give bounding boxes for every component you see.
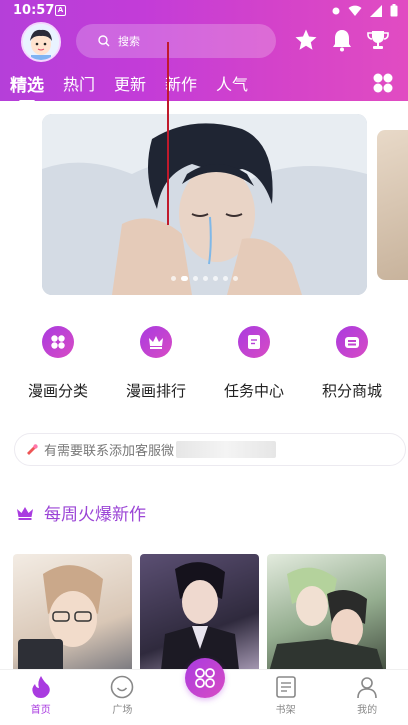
- notice-bar[interactable]: 有需要联系添加客服微: [14, 433, 406, 466]
- nav-home[interactable]: 首页: [0, 670, 82, 725]
- tab-featured[interactable]: 精选: [10, 71, 44, 103]
- tab-new[interactable]: 新作: [165, 71, 197, 96]
- user-icon: [355, 675, 379, 699]
- menu-label: 积分商城: [321, 382, 382, 400]
- header: 10:57 A 搜索 精选 热门 更新 新作 人气: [0, 0, 408, 103]
- shop-icon: [336, 326, 368, 358]
- star-icon[interactable]: [294, 28, 318, 52]
- menu-item-ranking[interactable]: 漫画排行: [107, 326, 205, 401]
- annotation-line: [167, 42, 169, 225]
- status-bar: 10:57 A: [0, 0, 408, 24]
- status-icons: [332, 4, 398, 17]
- carousel-dot[interactable]: [213, 276, 218, 281]
- banner-image: [42, 114, 367, 295]
- nav-label: 书架: [275, 705, 296, 716]
- avatar-image: [23, 24, 59, 60]
- bookshelf-icon: [275, 675, 297, 699]
- menu-label: 任务中心: [223, 382, 284, 400]
- nav-bookshelf[interactable]: 书架: [245, 670, 327, 725]
- comic-cover-image: [267, 567, 386, 679]
- task-icon: [238, 326, 270, 358]
- trophy-icon[interactable]: [366, 28, 390, 52]
- tab-popular[interactable]: 人气: [216, 71, 248, 96]
- tab-updated[interactable]: 更新: [114, 71, 146, 96]
- comic-cover[interactable]: [13, 554, 132, 679]
- carousel-dot[interactable]: [233, 276, 238, 281]
- grid-menu-icon[interactable]: [372, 72, 394, 94]
- menu-label: 漫画分类: [27, 382, 88, 400]
- grid-icon: [42, 326, 74, 358]
- crown-icon: [140, 326, 172, 358]
- status-time: 10:57: [13, 3, 55, 18]
- center-grid-icon: [194, 667, 216, 689]
- bell-icon[interactable]: [331, 28, 353, 52]
- carousel-dot[interactable]: [171, 276, 176, 281]
- section-header: 每周火爆新作: [16, 500, 146, 525]
- top-actions: [294, 28, 390, 52]
- search-icon: [98, 35, 110, 47]
- redacted-contact: [176, 441, 277, 458]
- menu-item-categories[interactable]: 漫画分类: [9, 326, 107, 401]
- nav-square[interactable]: 广场: [82, 670, 164, 725]
- megaphone-icon: [25, 443, 39, 457]
- smile-icon: [110, 675, 134, 699]
- banner-carousel[interactable]: [42, 114, 367, 295]
- comic-cover[interactable]: [267, 554, 386, 679]
- center-action-button[interactable]: [185, 658, 225, 698]
- notice-text: 有需要联系添加客服微: [44, 444, 175, 459]
- crown-icon: [16, 506, 34, 520]
- battery-icon: [390, 4, 398, 17]
- section-title: 每周火爆新作: [44, 505, 146, 525]
- fire-icon: [30, 675, 52, 699]
- category-tabs: 精选 热门 更新 新作 人气: [10, 71, 267, 103]
- menu-item-tasks[interactable]: 任务中心: [205, 326, 303, 401]
- comic-cover-image: [18, 565, 103, 679]
- carousel-dot[interactable]: [223, 276, 228, 281]
- wifi-icon: [348, 5, 362, 16]
- nav-label: 我的: [357, 705, 378, 716]
- banner-next-peek[interactable]: [377, 130, 408, 280]
- search-bar[interactable]: 搜索: [76, 24, 276, 58]
- carousel-dot-active[interactable]: [181, 276, 188, 281]
- status-badge: A: [55, 5, 66, 16]
- menu-label: 漫画排行: [125, 382, 186, 400]
- avatar[interactable]: [21, 22, 61, 62]
- quick-menu: 漫画分类 漫画排行 任务中心 积分商城: [0, 326, 408, 401]
- nav-label: 广场: [112, 705, 133, 716]
- signal-icon: [370, 4, 382, 17]
- nav-label: 首页: [30, 705, 51, 716]
- search-placeholder: 搜索: [118, 35, 140, 48]
- carousel-dot[interactable]: [203, 276, 208, 281]
- carousel-dots: [42, 276, 367, 281]
- menu-item-shop[interactable]: 积分商城: [303, 326, 401, 401]
- tab-hot[interactable]: 热门: [63, 71, 95, 96]
- nav-profile[interactable]: 我的: [326, 670, 408, 725]
- carousel-dot[interactable]: [193, 276, 198, 281]
- notification-dot-icon: [332, 7, 340, 14]
